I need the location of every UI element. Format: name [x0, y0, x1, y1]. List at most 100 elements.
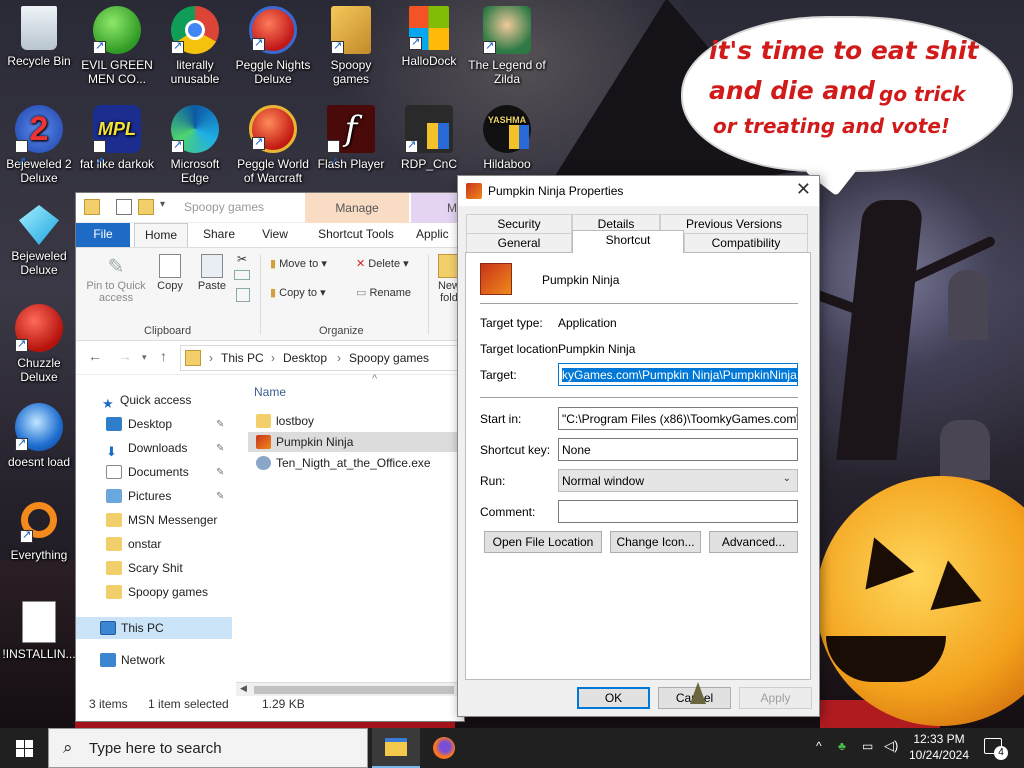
desktop-icon-peggle-wow[interactable]: Peggle World of Warcraft [233, 105, 313, 185]
open-file-location-button[interactable]: Open File Location [484, 531, 602, 553]
dialog-title: Pumpkin Ninja Properties [488, 184, 624, 198]
desktop-icon-evil-green-men[interactable]: EVIL GREEN MEN CO... [77, 6, 157, 86]
nav-pictures[interactable]: Pictures ✎ [76, 485, 234, 507]
copy-to-button[interactable]: ▮ Copy to ▾ [270, 286, 326, 299]
tab-view[interactable]: View [250, 223, 300, 247]
nav-quick-access[interactable]: ★ Quick access [76, 389, 234, 411]
desktop-icon-everything[interactable]: Everything [0, 502, 79, 562]
start-in-input[interactable]: "C:\Program Files (x86)\ToomkyGames.com\… [558, 407, 798, 430]
desktop-icon-installing[interactable]: !INSTALLIN... [0, 601, 79, 661]
desktop-icon-fat-like-darkok[interactable]: MPL fat like darkok [77, 105, 157, 186]
move-to-button[interactable]: ▮ Move to ▾ [270, 257, 327, 270]
start-button[interactable] [0, 728, 48, 768]
desktop-icon-doesnt-load[interactable]: doesnt load [0, 403, 79, 469]
scroll-left-icon[interactable]: ◀ [240, 683, 247, 694]
desktop-icon-recycle-bin[interactable]: Recycle Bin [0, 6, 79, 68]
peggle-nights-icon [249, 6, 297, 54]
change-icon-button[interactable]: Change Icon... [610, 531, 701, 553]
desktop-icon-bejeweled-2[interactable]: 2 Bejeweled 2 Deluxe [0, 105, 79, 186]
nav-msn-messenger[interactable]: MSN Messenger [76, 509, 234, 531]
target-input[interactable]: kyGames.com\Pumpkin Ninja\PumpkinNinja.e… [558, 363, 798, 386]
properties-icon[interactable] [116, 199, 132, 215]
run-select[interactable]: Normal window ⌄ [558, 469, 798, 492]
delete-button[interactable]: ✕ Delete ▾ [356, 257, 409, 270]
horizontal-scrollbar[interactable]: ◀ [236, 682, 466, 696]
forward-arrow-icon[interactable]: → [118, 348, 132, 364]
file-item[interactable]: lostboy [248, 411, 468, 431]
rename-button[interactable]: ▭ Rename [356, 286, 411, 299]
apply-button[interactable]: Apply [739, 687, 812, 709]
copy-button[interactable]: Copy [152, 254, 188, 292]
desktop-icon-bejeweled[interactable]: Bejeweled Deluxe [0, 205, 79, 277]
scrollbar-thumb[interactable] [254, 686, 454, 694]
taskbar-search-box[interactable]: ⌕ Type here to search [48, 728, 368, 768]
desktop-icon-literally-unusable[interactable]: literally unusable [155, 6, 235, 86]
ok-button[interactable]: OK [577, 687, 650, 709]
nav-downloads[interactable]: ⬇ Downloads ✎ [76, 437, 234, 459]
desktop-icon-hallodock[interactable]: HalloDock [389, 6, 469, 68]
back-arrow-icon[interactable]: ← [88, 348, 102, 364]
paste-button[interactable]: Paste [194, 254, 230, 292]
copy-icon [159, 254, 181, 278]
desktop-icon-chuzzle[interactable]: Chuzzle Deluxe [0, 304, 79, 384]
up-arrow-icon[interactable]: ↑ [160, 348, 167, 364]
breadcrumb-this-pc[interactable]: This PC [221, 351, 264, 365]
desktop-icon-peggle-nights[interactable]: Peggle Nights Deluxe [233, 6, 313, 86]
breadcrumb-spoopy-games[interactable]: Spoopy games [349, 351, 429, 365]
nav-spoopy-games[interactable]: Spoopy games [76, 581, 234, 603]
close-icon[interactable]: ✕ [796, 179, 811, 200]
advanced-button[interactable]: Advanced... [709, 531, 798, 553]
desktop-icon-microsoft-edge[interactable]: Microsoft Edge [155, 105, 235, 185]
desktop-icon-flash-player[interactable]: f Flash Player [311, 105, 391, 186]
cut-button[interactable]: ✂ [234, 252, 250, 266]
taskbar-firefox[interactable] [420, 728, 468, 768]
nav-this-pc[interactable]: This PC [76, 617, 232, 639]
desktop-icon-label: The Legend of Zilda [468, 58, 546, 86]
nav-onstar[interactable]: onstar [76, 533, 234, 555]
copy-path-button[interactable] [234, 270, 250, 280]
tray-app-icon[interactable]: ♣ [838, 739, 846, 753]
tab-security[interactable]: Security [466, 214, 572, 234]
tab-shortcut-tools[interactable]: Shortcut Tools [306, 223, 406, 247]
tab-compatibility[interactable]: Compatibility [684, 233, 808, 253]
nav-network[interactable]: Network [76, 649, 234, 671]
new-folder-icon[interactable] [138, 199, 154, 215]
volume-icon[interactable]: ◁) [884, 738, 898, 754]
breadcrumb-desktop[interactable]: Desktop [283, 351, 327, 365]
nav-documents[interactable]: Documents ✎ [76, 461, 234, 483]
paste-shortcut-button[interactable] [236, 288, 250, 302]
tab-file[interactable]: File [76, 223, 130, 247]
breadcrumb-chevron: › [209, 351, 213, 365]
folder-icon [106, 537, 122, 551]
taskbar-file-explorer[interactable] [372, 728, 420, 768]
file-item[interactable]: Ten_Nigth_at_the_Office.exe [248, 453, 468, 473]
address-bar[interactable]: › This PC › Desktop › Spoopy games [180, 345, 470, 371]
recent-locations-icon[interactable]: ▾ [142, 352, 147, 363]
nav-desktop[interactable]: Desktop ✎ [76, 413, 234, 435]
desktop-icon-legend-of-zilda[interactable]: The Legend of Zilda [467, 6, 547, 86]
manage-context-tab[interactable]: Manage [305, 193, 409, 223]
tab-home[interactable]: Home [134, 223, 188, 247]
pin-quick-access-button[interactable]: ✎ Pin to Quick access [80, 254, 152, 304]
shortcut-key-input[interactable]: None [558, 438, 798, 461]
target-label: Target: [480, 368, 517, 382]
target-type-label: Target type: [480, 316, 543, 330]
column-header-name[interactable]: Name [254, 385, 286, 399]
system-clock[interactable]: 12:33 PM 10/24/2024 [900, 731, 978, 763]
tray-overflow-chevron-icon[interactable]: ^ [816, 739, 822, 753]
target-type-value: Application [558, 316, 617, 330]
tab-general[interactable]: General [466, 233, 572, 253]
desktop-icon-hildaboo[interactable]: YASHMA Hildaboo [467, 105, 547, 171]
comment-input[interactable] [558, 500, 798, 523]
tab-share[interactable]: Share [194, 223, 244, 247]
run-select-value: Normal window [562, 474, 645, 488]
tab-shortcut[interactable]: Shortcut [572, 230, 684, 253]
file-name: Ten_Nigth_at_the_Office.exe [276, 456, 431, 470]
customize-toolbar-icon[interactable]: ▾ [160, 199, 176, 215]
desktop-icon-rdp-cnc[interactable]: RDP_CnC [389, 105, 469, 171]
desktop-icon-spoopy-games[interactable]: Spoopy games [311, 6, 391, 86]
network-icon[interactable]: ▭ [862, 739, 873, 753]
file-item-selected[interactable]: Pumpkin Ninja [248, 432, 468, 452]
bubble-line-1: it's time to eat shit [709, 36, 979, 65]
nav-scary-shit[interactable]: Scary Shit [76, 557, 234, 579]
